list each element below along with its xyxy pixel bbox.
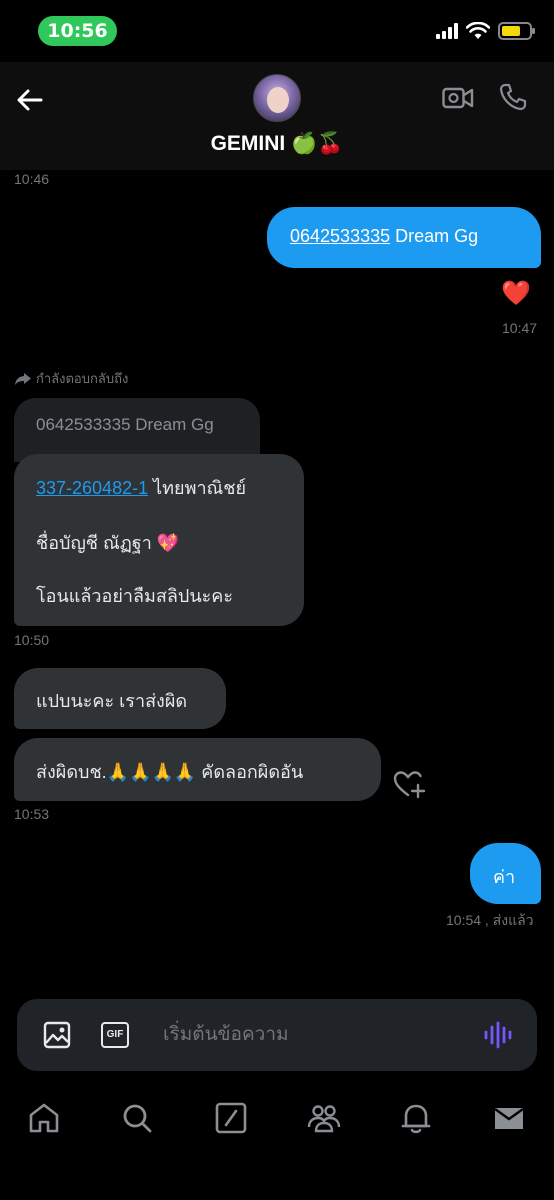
reminder-text: โอนแล้วอย่าลืมสลิปนะคะ (36, 586, 234, 606)
image-icon[interactable] (43, 1021, 71, 1049)
avatar[interactable] (253, 74, 301, 122)
sent-message[interactable]: ค่า (470, 843, 541, 904)
reply-indicator: กำลังตอบกลับถึง (14, 368, 128, 389)
status-bar: 10:56 (0, 0, 554, 62)
heart-reaction[interactable]: ❤️ (501, 279, 531, 307)
received-message[interactable]: 337-260482-1 ไทยพาณิชย์ ชื่อบัญชี ณัฏฐา … (14, 454, 304, 626)
timestamp: 10:47 (502, 320, 538, 336)
account-number-link[interactable]: 337-260482-1 (36, 478, 148, 498)
notifications-icon[interactable] (398, 1100, 434, 1136)
add-reaction-icon[interactable] (392, 768, 426, 800)
voice-message-icon[interactable] (483, 1021, 513, 1049)
timestamp: 10:46 (14, 171, 50, 187)
status-icons (436, 22, 535, 40)
back-arrow-icon[interactable] (14, 84, 46, 116)
account-name: ชื่อบัญชี ณัฏฐา 💖 (36, 533, 180, 553)
delivery-status: 10:54 , ส่งแล้ว (446, 912, 534, 928)
signal-icon (436, 23, 458, 39)
compose-icon[interactable] (213, 1100, 249, 1136)
phone-icon[interactable] (498, 82, 528, 112)
search-icon[interactable] (119, 1100, 155, 1136)
bank-line: 337-260482-1 ไทยพาณิชย์ (36, 474, 282, 502)
video-call-icon[interactable] (442, 86, 474, 110)
message-input[interactable] (163, 1019, 463, 1051)
wifi-icon (466, 22, 490, 39)
message-composer: GIF (17, 999, 537, 1071)
reply-arrow-icon (15, 372, 31, 385)
bottom-navigation (0, 1086, 554, 1200)
contact-name[interactable]: GEMINI 🍏🍒 (0, 132, 554, 156)
gif-button[interactable]: GIF (101, 1022, 129, 1048)
reply-label: กำลังตอบกลับถึง (36, 372, 129, 387)
home-icon[interactable] (26, 1100, 62, 1136)
timestamp: 10:53 (14, 806, 50, 822)
phone-link[interactable]: 0642533335 (290, 226, 390, 246)
message-text: Dream Gg (390, 226, 479, 246)
status-time: 10:56 (38, 16, 117, 46)
received-message[interactable]: แปบนะคะ เราส่งผิด (14, 668, 226, 729)
conversation-header: GEMINI 🍏🍒 (0, 62, 554, 170)
bank-name: ไทยพาณิชย์ (148, 478, 247, 498)
received-message[interactable]: ส่งผิดบช.🙏🙏🙏🙏 คัดลอกผิดอัน (14, 738, 381, 801)
communities-icon[interactable] (306, 1100, 342, 1136)
quoted-message[interactable]: 0642533335 Dream Gg (14, 398, 260, 462)
messages-icon[interactable] (491, 1100, 527, 1136)
timestamp: 10:50 (14, 632, 50, 648)
battery-icon (498, 22, 535, 40)
sent-message[interactable]: 0642533335 Dream Gg (267, 207, 541, 268)
